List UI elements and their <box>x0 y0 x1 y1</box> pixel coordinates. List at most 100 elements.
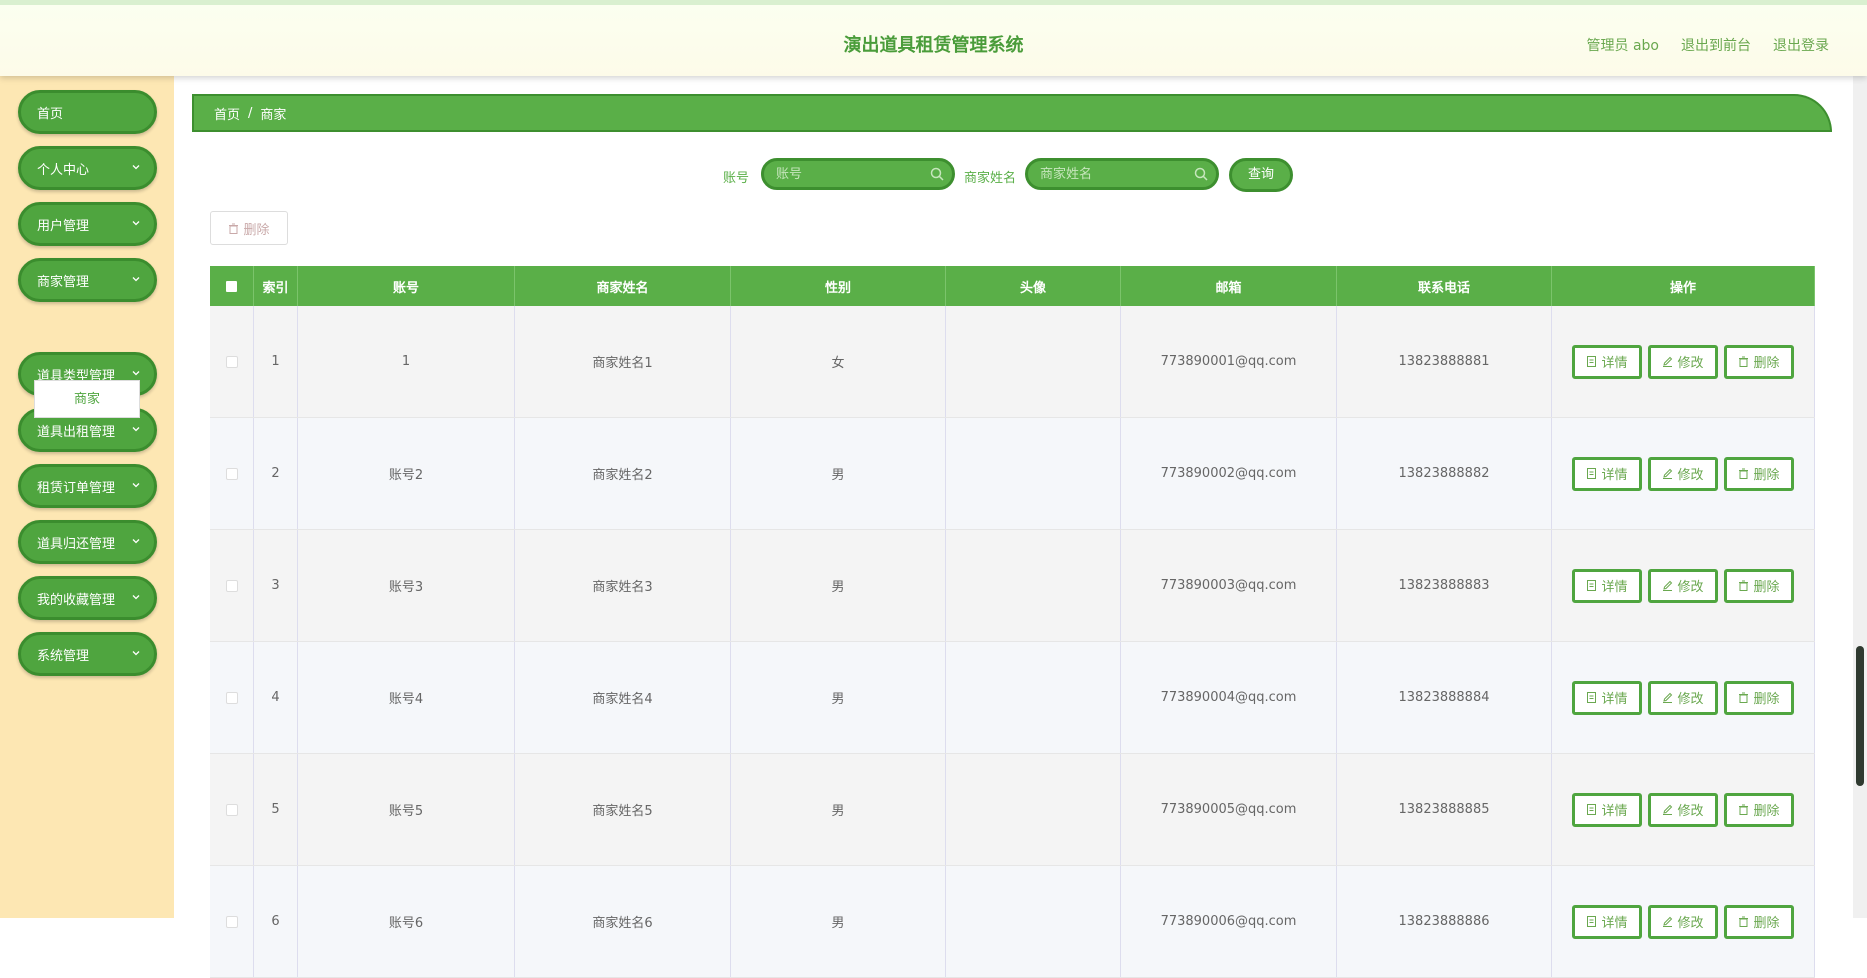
chevron-down-icon <box>132 221 140 226</box>
breadcrumb-current: 商家 <box>260 107 287 123</box>
detail-button[interactable]: 详情 <box>1572 568 1642 603</box>
table-body: 1 1 商家姓名1 女 773890001@qq.com 13823888881 详情 修改删… <box>210 306 1815 978</box>
avatar-cell <box>946 418 1121 529</box>
delete-label: 删除 <box>1753 580 1780 595</box>
search-icon <box>1194 167 1208 181</box>
edit-button[interactable]: 修改 <box>1648 792 1718 827</box>
breadcrumb: 首页 / 商家 <box>192 94 1832 132</box>
select-all-checkbox[interactable] <box>226 280 237 292</box>
page-scrollbar[interactable] <box>1853 76 1867 918</box>
bulk-delete-button[interactable]: 删除 <box>210 211 288 245</box>
index-cell: 5 <box>254 754 298 865</box>
row-checkbox[interactable] <box>225 579 238 592</box>
scrollbar-thumb[interactable] <box>1856 716 1864 786</box>
edit-icon <box>1663 692 1673 703</box>
chevron-down-icon <box>132 651 140 656</box>
detail-button[interactable]: 详情 <box>1572 456 1642 491</box>
delete-button[interactable]: 删除 <box>1724 568 1794 603</box>
row-select-cell[interactable] <box>210 530 254 641</box>
row-select-cell[interactable] <box>210 642 254 753</box>
name-search-label: 商家姓名 <box>964 171 1017 186</box>
account-search-field[interactable] <box>761 158 955 190</box>
bulk-delete-label: 删除 <box>243 222 270 238</box>
sidebar-item[interactable]: 商家管理 <box>18 258 157 302</box>
edit-button[interactable]: 修改 <box>1648 456 1718 491</box>
breadcrumb-home[interactable]: 首页 <box>214 104 240 123</box>
sidebar-item[interactable]: 道具归还管理 <box>18 520 157 564</box>
account-cell: 账号6 <box>298 866 515 977</box>
gender-cell: 男 <box>731 754 946 865</box>
delete-button[interactable]: 删除 <box>1724 904 1794 939</box>
name-search-field[interactable] <box>1025 158 1219 190</box>
sidebar-item[interactable]: 个人中心 <box>18 146 157 190</box>
row-checkbox[interactable] <box>225 915 238 928</box>
sidebar-item[interactable]: 用户管理 <box>18 202 157 246</box>
row-checkbox[interactable] <box>225 691 238 704</box>
delete-button[interactable]: 删除 <box>1724 680 1794 715</box>
row-select-cell[interactable] <box>210 754 254 865</box>
phone-cell: 13823888884 <box>1337 642 1552 753</box>
account-cell: 1 <box>298 306 515 417</box>
row-checkbox[interactable] <box>225 803 238 816</box>
merchant-name-cell: 商家姓名1 <box>515 306 731 417</box>
select-all-cell[interactable] <box>210 266 254 306</box>
chevron-down-icon <box>132 277 140 282</box>
document-icon <box>1587 468 1597 479</box>
logout-link[interactable]: 退出登录 <box>1773 35 1829 55</box>
delete-button[interactable]: 删除 <box>1724 456 1794 491</box>
delete-label: 删除 <box>1753 804 1780 819</box>
query-button[interactable]: 查询 <box>1229 158 1293 192</box>
edit-button[interactable]: 修改 <box>1648 568 1718 603</box>
detail-button[interactable]: 详情 <box>1572 680 1642 715</box>
account-cell: 账号4 <box>298 642 515 753</box>
column-header: 索引 <box>254 266 298 306</box>
row-select-cell[interactable] <box>210 306 254 417</box>
edit-button[interactable]: 修改 <box>1648 680 1718 715</box>
sidebar-item[interactable]: 首页 <box>18 90 157 134</box>
detail-button[interactable]: 详情 <box>1572 904 1642 939</box>
account-search-label: 账号 <box>723 171 750 186</box>
submenu-item-merchant[interactable]: 商家 <box>34 380 140 418</box>
row-select-cell[interactable] <box>210 418 254 529</box>
document-icon <box>1587 804 1597 815</box>
edit-button[interactable]: 修改 <box>1648 344 1718 379</box>
edit-button[interactable]: 修改 <box>1648 904 1718 939</box>
index-cell: 2 <box>254 418 298 529</box>
detail-button[interactable]: 详情 <box>1572 792 1642 827</box>
account-cell: 账号5 <box>298 754 515 865</box>
row-checkbox[interactable] <box>225 355 238 368</box>
table-row: 2 账号2 商家姓名2 男 773890002@qq.com 13823888882 详情 修… <box>210 418 1815 530</box>
merchant-name-cell: 商家姓名2 <box>515 418 731 529</box>
phone-cell: 13823888882 <box>1337 418 1552 529</box>
detail-button[interactable]: 详情 <box>1572 344 1642 379</box>
detail-label: 详情 <box>1601 804 1628 819</box>
gender-cell: 男 <box>731 418 946 529</box>
row-checkbox[interactable] <box>225 467 238 480</box>
account-search-input[interactable] <box>776 161 926 187</box>
sidebar-item[interactable]: 我的收藏管理 <box>18 576 157 620</box>
sidebar-item-label: 系统管理 <box>37 648 90 664</box>
sidebar-item[interactable]: 租赁订单管理 <box>18 464 157 508</box>
email-cell: 773890004@qq.com <box>1121 642 1337 753</box>
chevron-down-icon <box>132 371 140 376</box>
row-select-cell[interactable] <box>210 866 254 977</box>
sidebar-item[interactable]: 系统管理 <box>18 632 157 676</box>
column-header: 邮箱 <box>1121 266 1337 306</box>
email-cell: 773890001@qq.com <box>1121 306 1337 417</box>
edit-icon <box>1663 804 1673 815</box>
delete-button[interactable]: 删除 <box>1724 344 1794 379</box>
actions-cell: 详情 修改 删除 <box>1552 866 1815 977</box>
top-header: 演出道具租赁管理系统 管理员 abo 退出到前台 退出登录 <box>0 0 1867 76</box>
sidebar-item-label: 我的收藏管理 <box>37 592 116 608</box>
trash-icon <box>1739 468 1749 479</box>
delete-label: 删除 <box>1753 692 1780 707</box>
chevron-down-icon <box>132 483 140 488</box>
delete-label: 删除 <box>1753 468 1780 483</box>
search-row: 账号 商家姓名 查询 <box>174 158 1867 192</box>
edit-label: 修改 <box>1677 804 1704 819</box>
table-header: 索引 账号 商家姓名 性别 头像 邮箱 联系电话 操作 <box>210 266 1815 306</box>
gender-cell: 女 <box>731 306 946 417</box>
name-search-input[interactable] <box>1040 161 1190 187</box>
front-link[interactable]: 退出到前台 <box>1681 35 1751 55</box>
delete-button[interactable]: 删除 <box>1724 792 1794 827</box>
